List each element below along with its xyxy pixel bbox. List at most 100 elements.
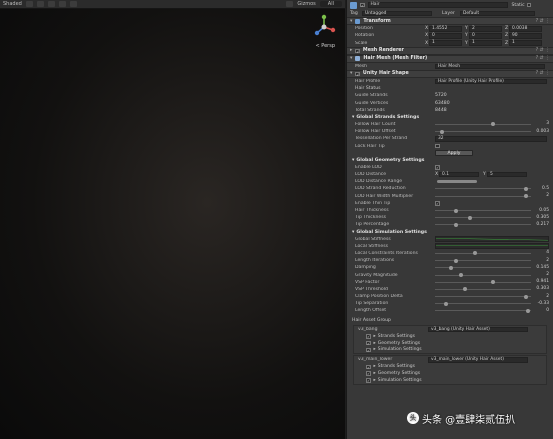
slider-value-field[interactable]: -0.33: [533, 301, 549, 306]
value-slider[interactable]: 3: [435, 121, 549, 127]
slider-value-field[interactable]: 0.305: [533, 215, 549, 220]
value-slider[interactable]: 0.003: [435, 129, 549, 134]
value-slider[interactable]: 0.305: [435, 215, 549, 220]
apply-button[interactable]: Apply: [435, 149, 473, 157]
slider-value-field[interactable]: 4: [533, 250, 549, 255]
value-slider[interactable]: 0.5: [435, 186, 549, 191]
static-checkbox[interactable]: [526, 2, 532, 8]
position-y-field[interactable]: 2: [469, 26, 502, 32]
slider-value-field[interactable]: 0.941: [533, 279, 549, 284]
local-stiffness-curve[interactable]: [435, 243, 549, 250]
audio-toggle-button[interactable]: [47, 1, 55, 7]
scale-y-field[interactable]: 1: [469, 40, 502, 46]
slider-knob[interactable]: [444, 301, 449, 306]
slider-knob[interactable]: [526, 308, 531, 313]
value-slider[interactable]: 2: [435, 272, 549, 278]
rotation-y-field[interactable]: 0: [469, 33, 502, 39]
slider-value-field[interactable]: 0.303: [533, 286, 549, 291]
global-simulation-header[interactable]: ▾ Global Simulation Settings: [347, 229, 553, 236]
slider-value-field[interactable]: 0.05: [533, 208, 549, 213]
mesh-renderer-header[interactable]: ▸ ✓ Mesh Renderer ? ⇵ ⋮: [347, 46, 553, 55]
slider-value-field[interactable]: 2: [533, 258, 549, 263]
value-slider[interactable]: 0.941: [435, 279, 549, 285]
slider-value-field[interactable]: 0.003: [533, 129, 549, 134]
slider-value-field[interactable]: 2: [533, 294, 549, 299]
scale-x-field[interactable]: 1: [429, 40, 462, 46]
rotation-x-field[interactable]: 0: [429, 33, 462, 39]
component-menu-icon[interactable]: ? ⇵ ⋮: [536, 48, 550, 53]
slider-value-field[interactable]: 0.5: [533, 186, 549, 191]
object-name-field[interactable]: Hair: [367, 2, 508, 8]
slider-knob[interactable]: [453, 222, 458, 227]
asset-group-foldout[interactable]: ✓ ▸ Geometry Settings: [354, 370, 546, 377]
global-geometry-header[interactable]: ▾ Global Geometry Settings: [347, 157, 553, 164]
tag-dropdown[interactable]: Untagged: [362, 10, 432, 17]
lock-hair-tip-checkbox[interactable]: [435, 143, 440, 149]
global-stiffness-curve[interactable]: [435, 236, 549, 243]
position-x-field[interactable]: 1.4552: [429, 26, 462, 32]
enable-thin-tip-checkbox[interactable]: ✓: [435, 201, 440, 206]
value-slider[interactable]: 0.217: [435, 222, 549, 227]
hair-asset-field[interactable]: v3_bang (Unity Hair Asset): [428, 326, 528, 333]
scale-z-field[interactable]: 1: [509, 40, 542, 46]
hair-shape-header[interactable]: ▾ ✓ Unity Hair Shape ? ⇵ ⋮: [347, 69, 553, 78]
asset-group-foldout[interactable]: ✓ ▸ Strands Settings: [354, 364, 546, 371]
lod-distance-x-field[interactable]: 0.1: [439, 171, 479, 178]
orientation-gizmo-icon[interactable]: [311, 14, 337, 40]
asset-group-foldout[interactable]: ✓ ▸ Strands Settings: [354, 333, 546, 340]
mesh-renderer-enabled-checkbox[interactable]: ✓: [355, 48, 360, 53]
slider-knob[interactable]: [472, 251, 477, 256]
value-slider[interactable]: -0.33: [435, 301, 549, 306]
foldout-checkbox[interactable]: ✓: [366, 334, 371, 339]
value-slider[interactable]: 0.05: [435, 208, 549, 213]
component-menu-icon[interactable]: ? ⇵ ⋮: [536, 19, 550, 24]
value-slider[interactable]: 2: [435, 258, 549, 263]
slider-value-field[interactable]: 2: [533, 272, 549, 277]
hair-shape-enabled-checkbox[interactable]: ✓: [355, 71, 360, 77]
value-slider[interactable]: 0.303: [435, 286, 549, 292]
asset-group-foldout[interactable]: ✓ ▸ Simulation Settings: [354, 377, 546, 384]
lod-distance-y-field[interactable]: 5: [487, 171, 527, 178]
position-z-field[interactable]: 0.0038: [509, 26, 542, 32]
layer-dropdown[interactable]: Default: [460, 10, 535, 17]
mesh-filter-header[interactable]: ▾ Hair Mesh (Mesh Filter) ? ⇵ ⋮: [347, 54, 553, 63]
lod-range-slider[interactable]: [437, 180, 477, 184]
slider-knob[interactable]: [491, 280, 496, 285]
component-menu-icon[interactable]: ? ⇵ ⋮: [536, 71, 550, 76]
foldout-checkbox[interactable]: ✓: [366, 347, 371, 353]
transform-header[interactable]: ▾ Transform ? ⇵ ⋮: [347, 17, 553, 26]
slider-knob[interactable]: [524, 186, 529, 191]
hair-asset-field[interactable]: v3_main_lower (Unity Hair Asset): [428, 357, 528, 363]
slider-value-field[interactable]: 0: [533, 308, 549, 313]
value-slider[interactable]: 0.145: [435, 265, 549, 270]
mesh-object-field[interactable]: Hair Mesh: [435, 63, 545, 70]
asset-group-foldout[interactable]: ✓ ▸ Simulation Settings: [354, 347, 546, 354]
slider-knob[interactable]: [439, 129, 444, 134]
foldout-checkbox[interactable]: ✓: [366, 378, 371, 383]
slider-knob[interactable]: [524, 294, 529, 299]
lighting-toggle-button[interactable]: [36, 1, 44, 7]
asset-group-foldout[interactable]: ✓ ▸ Geometry Settings: [354, 340, 546, 347]
enable-lod-checkbox[interactable]: ✓: [435, 165, 440, 170]
global-strands-header[interactable]: ▾ Global Strands Settings: [347, 114, 553, 121]
value-slider[interactable]: 2: [435, 193, 549, 199]
slider-value-field[interactable]: 3: [533, 121, 549, 126]
perspective-label[interactable]: < Persp: [315, 43, 335, 49]
value-slider[interactable]: 0: [435, 308, 549, 313]
hidden-objects-button[interactable]: [69, 1, 77, 7]
scene-search-field[interactable]: All: [319, 1, 342, 7]
camera-settings-button[interactable]: [286, 1, 294, 7]
slider-value-field[interactable]: 2: [533, 193, 549, 198]
slider-knob[interactable]: [491, 122, 496, 127]
slider-knob[interactable]: [463, 287, 468, 292]
active-checkbox[interactable]: ✓: [360, 2, 365, 8]
2d-toggle-button[interactable]: [25, 1, 33, 7]
slider-knob[interactable]: [467, 215, 472, 220]
slider-knob[interactable]: [449, 265, 454, 270]
foldout-checkbox[interactable]: ✓: [366, 371, 371, 376]
component-menu-icon[interactable]: ? ⇵ ⋮: [536, 56, 550, 61]
slider-value-field[interactable]: 0.217: [533, 222, 549, 227]
slider-knob[interactable]: [453, 258, 458, 263]
scene-viewport[interactable]: Shaded Gizmos All < Persp: [0, 0, 345, 439]
slider-knob[interactable]: [458, 273, 463, 278]
